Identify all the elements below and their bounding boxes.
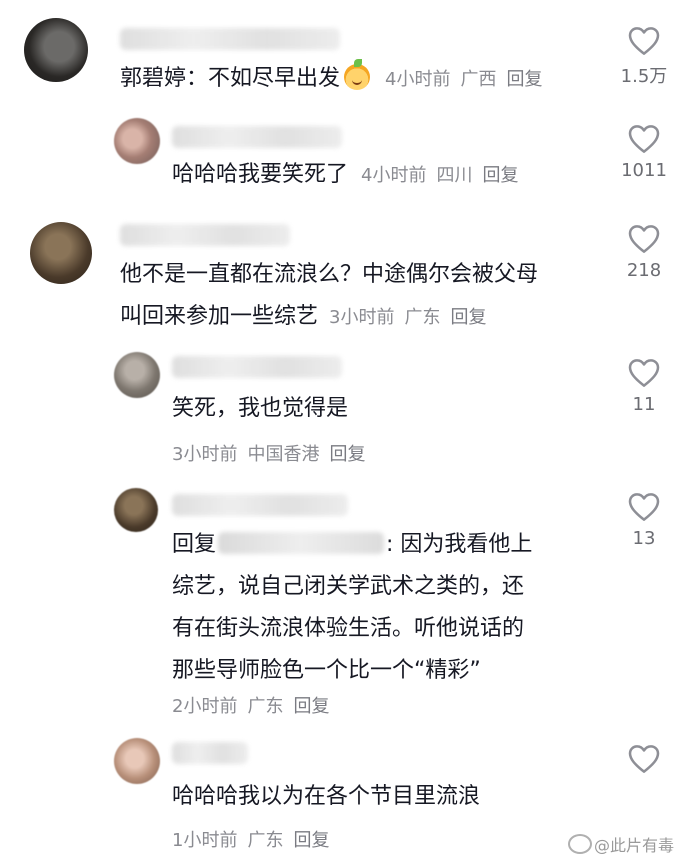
comment-location: 四川	[436, 165, 473, 186]
heart-icon	[628, 225, 660, 253]
comment-body: 叫回来参加一些综艺	[120, 304, 319, 329]
like-button[interactable]: 1011	[612, 124, 676, 181]
comment-location: 广东	[247, 696, 284, 717]
smiling-fruit-emoji-icon	[344, 59, 371, 90]
comment-text-line: 回复 : 因为我看他上	[172, 524, 532, 566]
username-blurred[interactable]	[120, 28, 340, 50]
comment-location: 中国香港	[247, 444, 320, 465]
comment-body: 郭碧婷：不如尽早出发	[120, 66, 341, 91]
reply-prefix: 回复	[172, 532, 217, 557]
comment-meta: 1小时前 广东 回复	[172, 826, 339, 852]
mentioned-username-blurred[interactable]	[218, 532, 385, 554]
like-count: 11	[632, 394, 656, 415]
comment-body: 哈哈哈我要笑死了	[172, 162, 349, 187]
reply-button[interactable]: 回复	[450, 307, 486, 328]
like-button[interactable]: 218	[612, 224, 676, 281]
comment-time: 1小时前	[172, 830, 238, 851]
comment-text: 笑死，我也觉得是	[172, 396, 349, 421]
username-blurred[interactable]	[172, 742, 248, 764]
reply-button[interactable]: 回复	[482, 165, 518, 186]
like-count: 1011	[621, 160, 667, 181]
reply-button[interactable]: 回复	[329, 444, 365, 465]
username-blurred[interactable]	[120, 224, 290, 246]
watermark: @此片有毒	[568, 832, 674, 856]
watermark-text: @此片有毒	[594, 836, 675, 855]
avatar[interactable]	[114, 738, 160, 784]
avatar[interactable]	[114, 118, 160, 164]
comment-text-line: 那些导师脸色一个比一个“精彩”	[172, 658, 481, 683]
avatar[interactable]	[114, 488, 158, 532]
comment-text: 哈哈哈我以为在各个节目里流浪	[172, 784, 481, 809]
comment-time: 3小时前	[172, 444, 238, 465]
comment-location: 广东	[247, 830, 284, 851]
comment-body: : 因为我看他上	[386, 532, 533, 557]
like-button[interactable]: 1.5万	[612, 26, 676, 88]
heart-icon	[628, 27, 660, 55]
like-button[interactable]	[612, 744, 676, 774]
comment-meta: 2小时前 广东 回复	[172, 692, 339, 718]
avatar[interactable]	[30, 222, 92, 284]
heart-icon	[628, 359, 660, 387]
comment-time: 4小时前	[385, 69, 451, 90]
comment-meta: 3小时前 中国香港 回复	[172, 440, 375, 466]
comment-text: 叫回来参加一些综艺 3小时前 广东 回复	[120, 296, 496, 339]
reply-button[interactable]: 回复	[293, 830, 329, 851]
like-button[interactable]: 13	[612, 492, 676, 549]
heart-icon	[628, 493, 660, 521]
avatar[interactable]	[114, 352, 160, 398]
like-button[interactable]: 11	[612, 358, 676, 415]
username-blurred[interactable]	[172, 126, 342, 148]
weibo-logo-icon	[568, 834, 592, 854]
comment-time: 3小时前	[329, 307, 395, 328]
avatar[interactable]	[24, 18, 88, 82]
comment-location: 广东	[404, 307, 441, 328]
comment-text: 郭碧婷：不如尽早出发 4小时前 广西 回复	[120, 58, 552, 101]
like-count: 218	[626, 260, 662, 281]
heart-icon	[628, 125, 660, 153]
comment-text-line: 他不是一直都在流浪么？中途偶尔会被父母	[120, 262, 539, 287]
reply-button[interactable]: 回复	[293, 696, 329, 717]
comment-text-line: 有在街头流浪体验生活。听他说话的	[172, 616, 525, 641]
heart-icon	[628, 745, 660, 773]
comment-time: 4小时前	[361, 165, 427, 186]
like-count: 13	[632, 528, 656, 549]
comment-text-line: 综艺，说自己闭关学武术之类的，还	[172, 574, 525, 599]
comment-time: 2小时前	[172, 696, 238, 717]
comment-location: 广西	[460, 69, 497, 90]
username-blurred[interactable]	[172, 356, 342, 378]
username-blurred[interactable]	[172, 494, 348, 516]
reply-button[interactable]: 回复	[506, 69, 542, 90]
comment-text: 哈哈哈我要笑死了 4小时前 四川 回复	[172, 154, 528, 197]
like-count: 1.5万	[620, 66, 668, 87]
